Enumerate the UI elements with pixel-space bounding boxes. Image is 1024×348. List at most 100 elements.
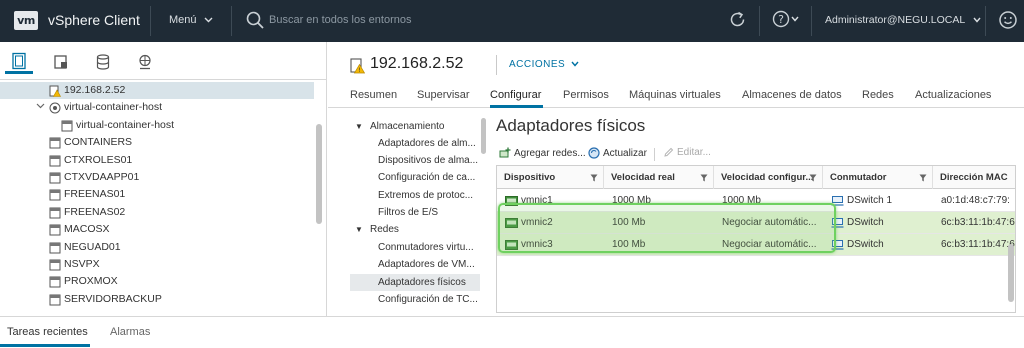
tree-item-vm[interactable]: FREENAS02: [0, 204, 314, 221]
app-title[interactable]: vSphere Client: [48, 12, 140, 28]
tab-actualizaciones[interactable]: Actualizaciones: [915, 89, 991, 101]
tree-item-label: virtual-container-host: [76, 118, 175, 131]
chevron-down-icon[interactable]: [791, 14, 799, 25]
settings-group-redes[interactable]: ▼ Redes: [350, 221, 480, 238]
vm-icon: [49, 224, 61, 236]
tab-permisos[interactable]: Permisos: [563, 89, 609, 101]
navigator-scrollbar[interactable]: [316, 124, 322, 224]
settings-item[interactable]: Configuración de ca...: [350, 169, 480, 186]
column-header-mac[interactable]: Dirección MAC: [933, 166, 1015, 189]
tree-item-vm[interactable]: NEGUAD01: [0, 239, 314, 256]
tab-almacenes-de-datos[interactable]: Almacenes de datos: [742, 89, 842, 101]
settings-item[interactable]: Configuración de TC...: [350, 291, 480, 308]
vmware-logo[interactable]: vm: [14, 11, 38, 30]
feedback-smiley-icon[interactable]: [998, 10, 1018, 33]
tree-item-host[interactable]: 192.168.2.52: [0, 82, 314, 100]
filter-icon[interactable]: [590, 174, 598, 182]
tree-item-vm[interactable]: PROXMOX: [0, 273, 314, 290]
highlighted-rows-annotation: [498, 203, 836, 253]
settings-item[interactable]: Filtros de E/S: [350, 204, 480, 221]
refresh-label: Actualizar: [603, 147, 647, 159]
storage-tab[interactable]: [89, 50, 117, 74]
top-header-bar: vm vSphere Client Menú Buscar en todos l…: [0, 0, 1024, 42]
header-divider: [150, 6, 151, 36]
vm-icon: [49, 172, 61, 184]
tree-item-label: FREENAS02: [64, 205, 126, 218]
user-menu[interactable]: Administrator@NEGU.LOCAL: [825, 14, 981, 26]
svg-text:?: ?: [778, 13, 784, 26]
global-search-input[interactable]: Buscar en todos los entornos: [269, 14, 411, 26]
vm-icon: [49, 276, 61, 288]
filter-icon[interactable]: [809, 174, 817, 182]
settings-list: ▼ Almacenamiento Adaptadores de alm... D…: [350, 116, 480, 316]
refresh-button[interactable]: Actualizar: [588, 147, 647, 159]
tab-resumen[interactable]: Resumen: [350, 89, 397, 101]
header-divider: [985, 6, 986, 36]
edit-button[interactable]: Editar...: [663, 147, 711, 158]
tree-item-vapp[interactable]: virtual-container-host: [0, 99, 314, 116]
column-header-switch[interactable]: Conmutador: [823, 166, 933, 189]
filter-icon[interactable]: [700, 174, 708, 182]
settings-group-almacenamiento[interactable]: ▼ Almacenamiento: [350, 118, 480, 135]
menu-dropdown[interactable]: Menú: [169, 14, 213, 26]
column-label: Dirección MAC: [940, 172, 1008, 183]
settings-item[interactable]: Conmutadores virtu...: [350, 239, 480, 256]
tab-alarms[interactable]: Alarmas: [110, 326, 150, 338]
settings-item[interactable]: Extremos de protoc...: [350, 187, 480, 204]
tree-item-vm[interactable]: CTXVDAAPP01: [0, 169, 314, 186]
tree-item-vm[interactable]: FREENAS01: [0, 186, 314, 203]
settings-scrollbar[interactable]: [481, 118, 486, 154]
tree-item-label: NSVPX: [64, 257, 100, 270]
settings-item[interactable]: Adaptadores de VM...: [350, 256, 480, 273]
settings-item-active[interactable]: Adaptadores físicos: [350, 274, 480, 291]
filter-icon[interactable]: [919, 174, 927, 182]
hosts-and-clusters-tab[interactable]: [5, 50, 33, 74]
tab-configurar[interactable]: Configurar: [490, 89, 541, 101]
switch-name: DSwitch: [847, 217, 884, 228]
tree-item-vm[interactable]: MACOSX: [0, 221, 314, 238]
tab-recent-tasks[interactable]: Tareas recientes: [7, 326, 88, 338]
column-label: Velocidad configur...: [721, 172, 814, 183]
page-title: 192.168.2.52: [370, 55, 464, 72]
tree-item-vm[interactable]: CTXROLES01: [0, 152, 314, 169]
actions-menu[interactable]: ACCIONES: [509, 59, 579, 70]
cell-switch: DSwitch 1: [823, 190, 933, 211]
help-icon[interactable]: ?: [772, 10, 790, 31]
host-warning-icon: !: [350, 58, 366, 77]
search-icon[interactable]: [246, 11, 264, 32]
bottom-panel: Tareas recientes Alarmas: [0, 316, 1024, 348]
chevron-down-icon: [204, 14, 213, 26]
tab-supervisar[interactable]: Supervisar: [417, 89, 470, 101]
column-header-configured-speed[interactable]: Velocidad configur...: [714, 166, 823, 189]
collapse-triangle-icon: ▼: [355, 225, 363, 234]
add-networking-button[interactable]: Agregar redes...: [499, 147, 586, 159]
storage-icon: [96, 54, 110, 70]
column-header-device[interactable]: Dispositivo: [497, 166, 604, 189]
tree-item-vm[interactable]: CONTAINERS: [0, 134, 314, 151]
grid-scrollbar[interactable]: [1008, 244, 1014, 302]
settings-item[interactable]: Dispositivos de alma...: [350, 152, 480, 169]
tree-item-vm[interactable]: NSVPX: [0, 256, 314, 273]
tree-item-label: virtual-container-host: [64, 101, 163, 114]
section-title: Adaptadores físicos: [496, 116, 646, 135]
vm-icon: [61, 120, 73, 132]
column-label: Dispositivo: [504, 172, 556, 183]
add-network-icon: [499, 147, 511, 158]
tree-item-label: 192.168.2.52: [64, 84, 126, 96]
column-header-actual-speed[interactable]: Velocidad real: [604, 166, 714, 189]
tree-item-vm[interactable]: SERVIDORBACKUP: [0, 291, 314, 308]
toolbar-divider: [654, 148, 655, 161]
refresh-icon[interactable]: [728, 10, 747, 32]
settings-item[interactable]: Adaptadores de alm...: [350, 135, 480, 152]
networking-tab[interactable]: [131, 50, 159, 74]
vm-icon: [49, 242, 61, 254]
tab-redes[interactable]: Redes: [862, 89, 894, 101]
tab-maquinas-virtuales[interactable]: Máquinas virtuales: [629, 89, 721, 101]
tree-item-vm[interactable]: virtual-container-host: [0, 117, 314, 134]
settings-group-label: Redes: [370, 224, 399, 235]
menu-label: Menú: [169, 14, 197, 26]
vms-and-templates-tab[interactable]: [47, 50, 75, 74]
actions-label: ACCIONES: [509, 59, 566, 70]
vm-icon: [49, 207, 61, 219]
chevron-down-icon[interactable]: [36, 99, 45, 116]
